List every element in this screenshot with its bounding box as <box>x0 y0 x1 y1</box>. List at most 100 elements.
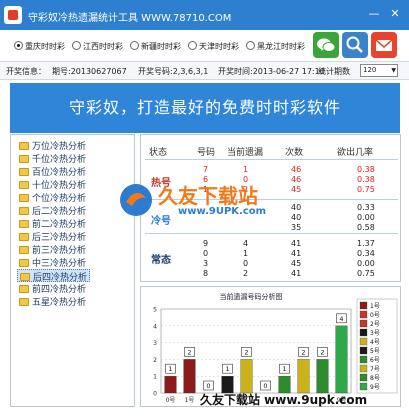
missing-number-chart: 当前遗漏号码分析图 0 1 2 3 4 5 1 2 0 1 2 0 1 2 2 4 0号 1号 9号 1号 0号 2号 3号 4… <box>140 286 401 407</box>
data-label: 4 <box>339 315 343 323</box>
watermark-logo-icon <box>120 184 152 216</box>
tree-item[interactable]: 万位冷热分析 <box>19 139 86 152</box>
radio-region-3[interactable]: 天津时时彩 <box>188 41 239 53</box>
legend-label: 1号 <box>370 303 380 310</box>
folder-icon <box>19 168 29 176</box>
tree-item-label: 后三冷热分析 <box>32 233 87 243</box>
stat-periods-label: 统计期数 <box>318 67 350 76</box>
folder-icon <box>19 259 29 267</box>
legend-swatch <box>359 382 368 391</box>
folder-icon <box>19 142 29 150</box>
issue-number: 期号:20130627067 <box>52 67 127 76</box>
data-label: 0 <box>263 382 267 390</box>
bar-1号 <box>183 359 196 394</box>
radio-label: 黑龙江时时彩 <box>257 42 305 51</box>
cell-prob: 0.00 <box>357 259 375 268</box>
tree-item-label: 百位冷热分析 <box>32 168 87 178</box>
data-label: 1 <box>282 365 286 373</box>
chevron-down-icon: ▼ <box>391 67 396 74</box>
tree-item-label: 五星冷热分析 <box>32 298 87 308</box>
stat-periods-select[interactable]: 120 ▼ <box>360 64 398 77</box>
tree-item[interactable]: 前二冷热分析 <box>19 217 86 230</box>
legend-swatch <box>359 337 368 346</box>
radio-region-1[interactable]: 江西时时彩 <box>72 41 123 53</box>
info-label: 开奖信息： <box>6 67 46 76</box>
cell-prob: 0.34 <box>357 249 375 258</box>
folder-icon <box>19 285 29 293</box>
title-bar: 守彩奴冷热遗漏统计工具 WWW.78710.COM — ✕ <box>0 0 409 30</box>
cell-count: 41 <box>291 269 302 278</box>
cell-num: 7 <box>203 165 209 174</box>
tree-item[interactable]: 前三冷热分析 <box>19 243 86 256</box>
legend-swatch <box>359 319 368 328</box>
data-label: 0 <box>206 382 210 390</box>
cell-miss: 2 <box>243 269 249 278</box>
tree-item[interactable]: 前四冷热分析 <box>19 282 86 295</box>
y-tick-label: 0 <box>153 391 157 398</box>
tree-item[interactable]: 中三冷热分析 <box>19 256 86 269</box>
radio-dot <box>188 41 197 50</box>
cell-count: 46 <box>291 175 302 184</box>
promo-banner: 守彩奴，打造最好的免费时时彩软件 <box>10 83 400 133</box>
cell-count: 40 <box>291 213 302 222</box>
site-watermark: 久友下载站 www.9UPK.com <box>118 180 278 224</box>
col-header: 欲出几率 <box>337 148 374 158</box>
cell-miss: 4 <box>243 239 249 248</box>
legend-label: 2号 <box>370 321 380 328</box>
radio-label: 新疆时时彩 <box>141 42 181 51</box>
col-header: 当前遗漏 <box>227 148 264 158</box>
tree-item[interactable]: 后二冷热分析 <box>19 204 86 217</box>
tree-item-selected[interactable]: 后四冷热分析 <box>17 269 91 283</box>
tree-item-label: 前二冷热分析 <box>32 220 87 230</box>
tree-item[interactable]: 千位冷热分析 <box>19 152 86 165</box>
minimize-button[interactable]: — <box>366 6 382 22</box>
cell-count: 46 <box>291 165 302 174</box>
col-header: 次数 <box>285 148 304 158</box>
bar-4号 <box>240 359 253 394</box>
tree-item[interactable]: 五星冷热分析 <box>19 295 86 308</box>
legend-swatch <box>359 346 368 355</box>
folder-icon <box>19 233 29 241</box>
radio-region-0[interactable]: 重庆时时彩 <box>14 41 65 53</box>
cell-miss: 0 <box>243 259 249 268</box>
radio-region-2[interactable]: 新疆时时彩 <box>130 41 181 53</box>
chart-title: 当前遗漏号码分析图 <box>220 292 283 301</box>
cell-prob: 0.00 <box>357 213 375 222</box>
tree-item-label: 前四冷热分析 <box>32 285 87 295</box>
radio-dot <box>14 41 23 50</box>
tree-item[interactable]: 百位冷热分析 <box>19 165 86 178</box>
data-label: 1 <box>225 365 229 373</box>
tree-item-label: 前三冷热分析 <box>32 246 87 256</box>
folder-icon <box>19 194 29 202</box>
tree-item[interactable]: 个位冷热分析 <box>19 191 86 204</box>
y-tick-label: 3 <box>153 340 157 347</box>
tree-item[interactable]: 后三冷热分析 <box>19 230 86 243</box>
cell-prob: 0.33 <box>357 203 375 212</box>
mail-button[interactable] <box>371 32 397 58</box>
close-button[interactable]: ✕ <box>386 6 404 22</box>
legend-swatch <box>359 355 368 364</box>
data-label: 1 <box>168 365 172 373</box>
tree-item-label: 个位冷热分析 <box>32 194 87 204</box>
legend-label: 8号 <box>370 375 380 382</box>
analysis-tree: 万位冷热分析 千位冷热分析 百位冷热分析 十位冷热分析 个位冷热分析 后二冷热分… <box>10 134 135 407</box>
data-label: 2 <box>187 348 191 356</box>
legend-label: 9号 <box>370 384 380 391</box>
bar-0号 <box>164 376 177 394</box>
radio-label: 天津时时彩 <box>199 42 239 51</box>
watermark-text: 久友下载站 <box>158 184 258 208</box>
radio-region-4[interactable]: 黑龙江时时彩 <box>246 41 305 53</box>
cell-num: 3 <box>203 259 209 268</box>
group-normal: 常态 9 4 41 1.37 0 1 41 0.34 3 0 45 0.00 8… <box>145 233 398 279</box>
stat-periods-value: 120 <box>363 66 377 74</box>
search-button[interactable] <box>342 32 368 58</box>
bar-8号 <box>316 359 329 394</box>
data-label: 2 <box>320 348 324 356</box>
cell-count: 45 <box>291 259 302 268</box>
cell-num: 9 <box>203 239 209 248</box>
tree-item[interactable]: 十位冷热分析 <box>19 178 86 191</box>
wechat-button[interactable] <box>313 32 339 58</box>
y-tick-label: 1 <box>153 374 157 381</box>
legend-label: 0号 <box>370 312 380 319</box>
tree-item-label: 万位冷热分析 <box>32 142 87 152</box>
